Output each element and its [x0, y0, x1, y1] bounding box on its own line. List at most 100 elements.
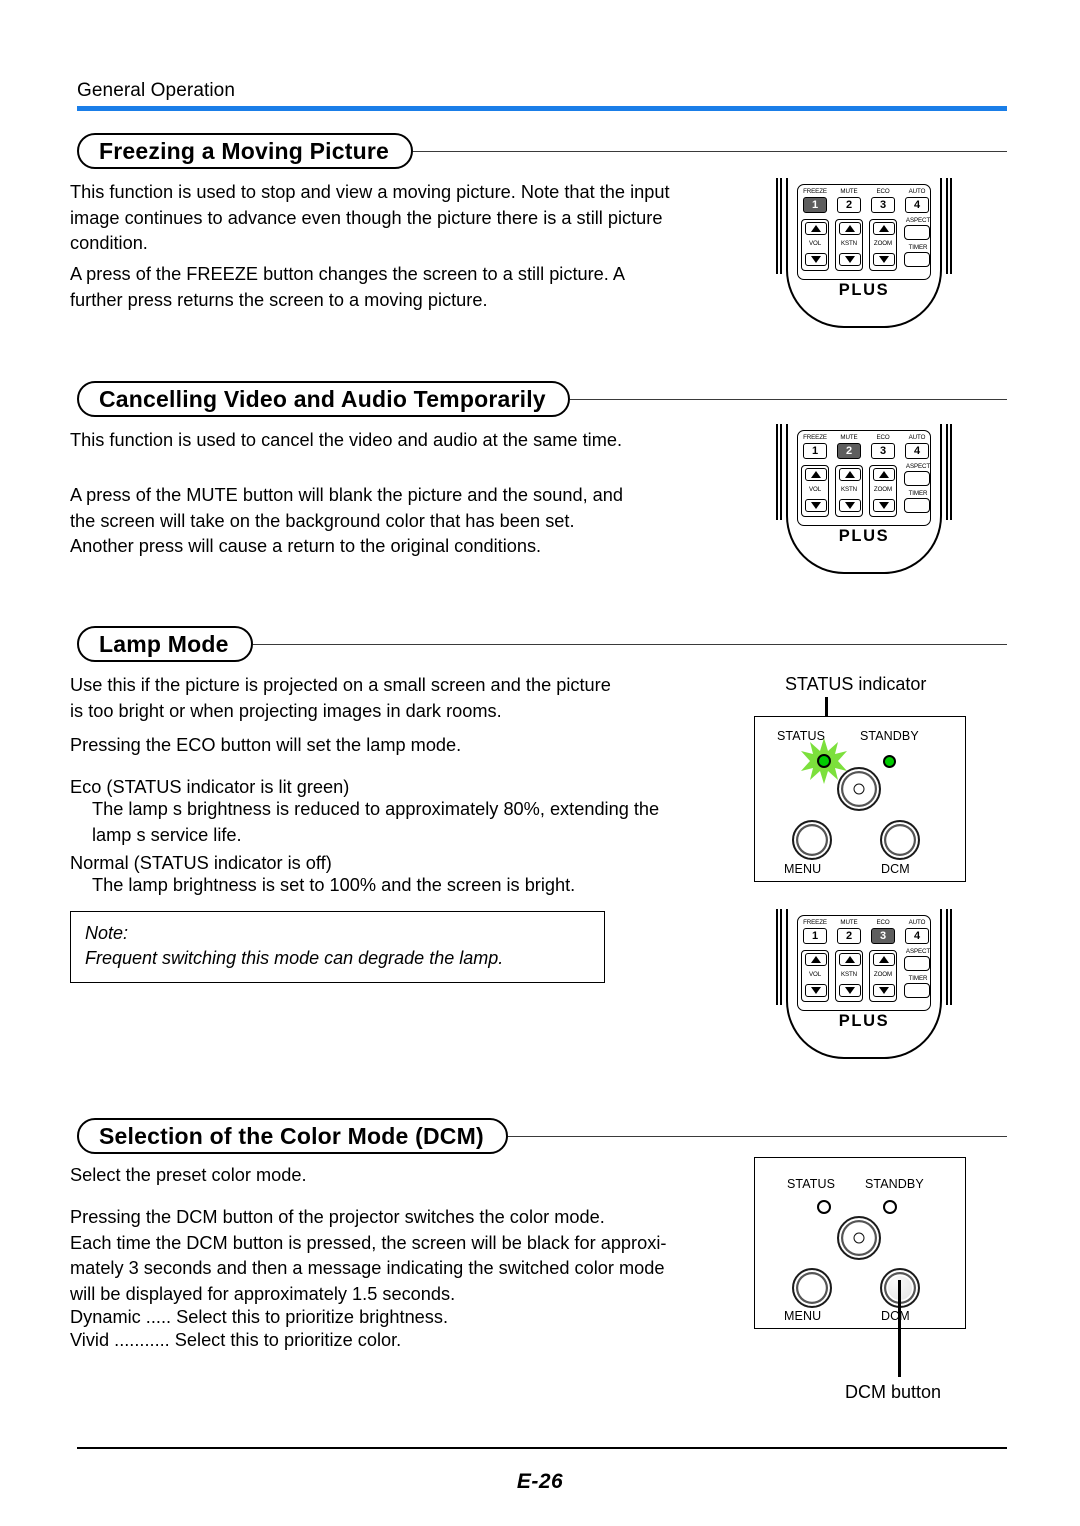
key-label-freeze: FREEZE	[803, 434, 827, 441]
remote-vol-up-button[interactable]	[805, 468, 827, 481]
key-label-aspect: ASPECT	[905, 948, 931, 955]
remote-control-mute: FREEZE MUTE ECO AUTO 1 2 3 4 VOL KSTN ZO…	[776, 424, 952, 576]
remote-key-1[interactable]: 1	[803, 443, 827, 459]
dcm-paragraph-1: Select the preset color mode.	[70, 1165, 307, 1185]
key-label-eco: ECO	[876, 188, 890, 195]
triangle-up-icon	[811, 471, 821, 478]
triangle-down-icon	[845, 987, 855, 994]
heading-rule	[413, 133, 1007, 169]
remote-control-eco: FREEZE MUTE ECO AUTO 1 2 3 4 VOL KSTN ZO…	[776, 909, 952, 1061]
key-label-eco: ECO	[876, 434, 890, 441]
remote-vol-up-button[interactable]	[805, 953, 827, 966]
power-button[interactable]	[837, 1216, 881, 1260]
remote-key-2[interactable]: 2	[837, 928, 861, 944]
triangle-up-icon	[879, 225, 889, 232]
remote-timer-button[interactable]	[904, 983, 930, 998]
key-label-mute: MUTE	[840, 434, 858, 441]
status-led	[817, 1200, 831, 1214]
triangle-up-icon	[845, 956, 855, 963]
remote-zoom-up-button[interactable]	[873, 222, 895, 235]
key-label-eco: ECO	[876, 919, 890, 926]
key-label-auto: AUTO	[908, 919, 926, 926]
remote-kstn-up-button[interactable]	[839, 953, 861, 966]
arrow-label-kstn: KSTN	[840, 240, 858, 247]
section-heading-freezing: Freezing a Moving Picture	[77, 133, 1007, 169]
note-box: Note: Frequent switching this mode can d…	[70, 911, 605, 983]
triangle-up-icon	[845, 471, 855, 478]
remote-vol-up-button[interactable]	[805, 222, 827, 235]
remote-vol-down-button[interactable]	[805, 984, 827, 997]
remote-timer-button[interactable]	[904, 252, 930, 267]
key-label-timer: TIMER	[908, 490, 928, 497]
remote-vol-down-button[interactable]	[805, 253, 827, 266]
dcm-button[interactable]	[880, 820, 920, 860]
key-label-mute: MUTE	[840, 188, 858, 195]
remote-kstn-down-button[interactable]	[839, 499, 861, 512]
remote-zoom-up-button[interactable]	[873, 468, 895, 481]
section-title-lamp-mode: Lamp Mode	[77, 626, 253, 662]
remote-key-3[interactable]: 3	[871, 197, 895, 213]
remote-key-2[interactable]: 2	[837, 197, 861, 213]
remote-key-3[interactable]: 3	[871, 443, 895, 459]
remote-edge-left	[776, 909, 782, 1005]
power-button[interactable]	[837, 767, 881, 811]
dcm-mode-dynamic: Dynamic ..... Select this to prioritize …	[70, 1307, 449, 1327]
page-number: E-26	[516, 1470, 564, 1493]
remote-timer-button[interactable]	[904, 498, 930, 513]
manual-page: General Operation Freezing a Moving Pict…	[0, 0, 1080, 1526]
menu-button[interactable]	[792, 820, 832, 860]
remote-zoom-down-button[interactable]	[873, 499, 895, 512]
remote-key-1[interactable]: 1	[803, 928, 827, 944]
power-icon	[853, 783, 865, 795]
remote-aspect-button[interactable]	[904, 471, 930, 486]
remote-edge-right	[946, 424, 952, 520]
power-icon	[853, 1232, 865, 1244]
standby-led	[883, 755, 896, 768]
remote-edge-right	[946, 178, 952, 274]
remote-key-4[interactable]: 4	[905, 443, 929, 459]
remote-zoom-down-button[interactable]	[873, 253, 895, 266]
menu-button[interactable]	[792, 1268, 832, 1308]
key-label-freeze: FREEZE	[803, 188, 827, 195]
triangle-down-icon	[845, 256, 855, 263]
remote-kstn-down-button[interactable]	[839, 984, 861, 997]
section-title-freezing: Freezing a Moving Picture	[77, 133, 413, 169]
remote-kstn-down-button[interactable]	[839, 253, 861, 266]
section-heading-dcm: Selection of the Color Mode (DCM)	[77, 1118, 1008, 1154]
arrow-label-zoom: ZOOM	[873, 486, 893, 493]
panel-label-menu: MENU	[784, 862, 822, 876]
remote-key-1[interactable]: 1	[803, 197, 827, 213]
remote-brand-logo: PLUS	[838, 527, 890, 545]
remote-key-3[interactable]: 3	[871, 928, 895, 944]
remote-edge-left	[776, 424, 782, 520]
triangle-up-icon	[845, 225, 855, 232]
lamp-eco-detail: The lamp s brightness is reduced to appr…	[92, 799, 660, 845]
remote-edge-left	[776, 178, 782, 274]
remote-aspect-button[interactable]	[904, 225, 930, 240]
remote-zoom-down-button[interactable]	[873, 984, 895, 997]
remote-key-2[interactable]: 2	[837, 443, 861, 459]
remote-kstn-up-button[interactable]	[839, 468, 861, 481]
control-panel-lit: STATUS STANDBY MENU DCM	[754, 716, 966, 882]
remote-kstn-up-button[interactable]	[839, 222, 861, 235]
header-accent-rule	[77, 106, 1007, 111]
remote-key-4[interactable]: 4	[905, 928, 929, 944]
remote-brand-logo: PLUS	[838, 1012, 890, 1030]
remote-zoom-up-button[interactable]	[873, 953, 895, 966]
triangle-down-icon	[811, 256, 821, 263]
remote-key-4[interactable]: 4	[905, 197, 929, 213]
panel-label-status: STATUS	[777, 729, 826, 743]
key-label-timer: TIMER	[908, 244, 928, 251]
key-label-aspect: ASPECT	[905, 463, 931, 470]
heading-rule	[252, 626, 1008, 662]
remote-aspect-button[interactable]	[904, 956, 930, 971]
callout-status-indicator: STATUS indicator	[785, 674, 927, 694]
triangle-up-icon	[879, 471, 889, 478]
triangle-up-icon	[811, 956, 821, 963]
freezing-paragraph-2: A press of the FREEZE button changes the…	[70, 264, 626, 310]
remote-vol-down-button[interactable]	[805, 499, 827, 512]
triangle-down-icon	[879, 502, 889, 509]
remote-brand-logo: PLUS	[838, 281, 890, 299]
footer-rule	[77, 1447, 1007, 1449]
key-label-aspect: ASPECT	[905, 217, 931, 224]
